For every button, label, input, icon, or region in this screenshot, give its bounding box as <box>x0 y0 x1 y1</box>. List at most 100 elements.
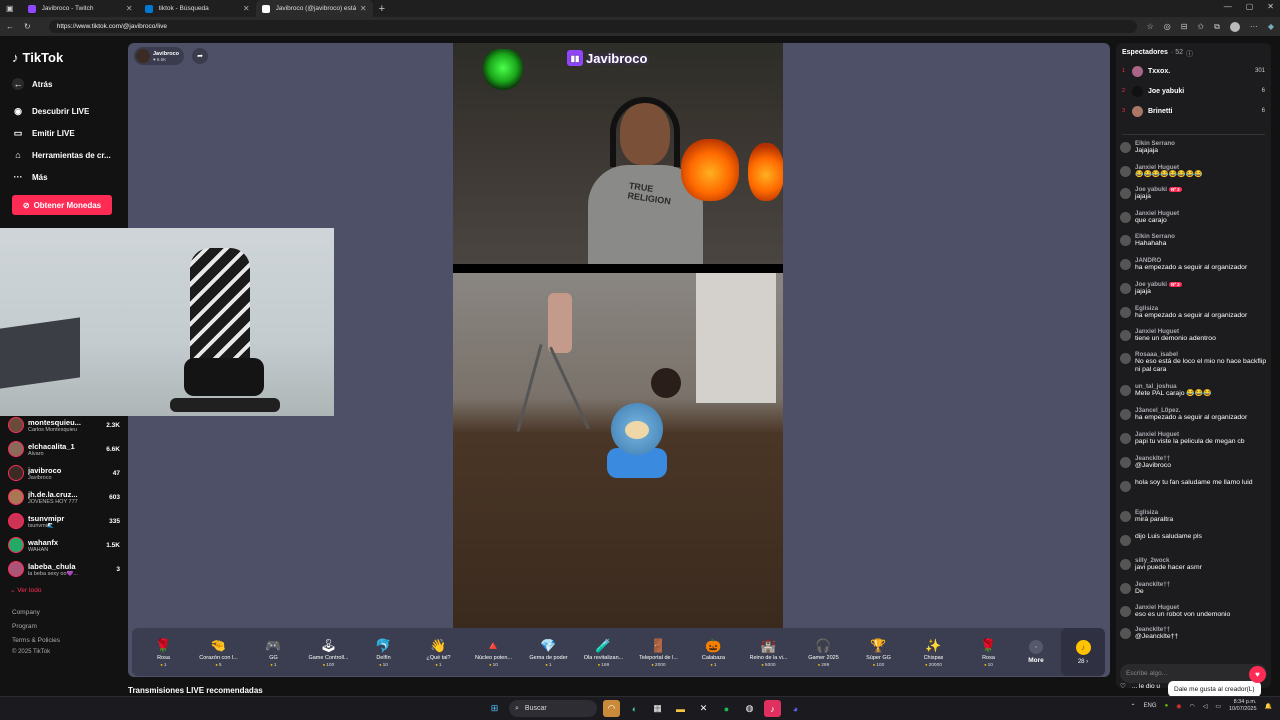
capcut-icon[interactable]: ✕ <box>695 700 712 717</box>
taskbar-search[interactable]: ⌕ Buscar <box>509 700 597 717</box>
chat-message[interactable]: Joe yabuki Nº 2 jajaja <box>1120 186 1268 201</box>
gift-item[interactable]: 🎮GG1 <box>246 637 301 668</box>
more-link[interactable]: ··· Más <box>12 171 48 183</box>
chat-message[interactable]: JANDRO ha empezado a seguir al organizado… <box>1120 257 1268 272</box>
chat-message[interactable]: Joe yabuki Nº 2 jajaja <box>1120 281 1268 296</box>
new-tab-button[interactable]: + <box>379 3 385 15</box>
more-gifts-button[interactable]: ◦ More <box>1016 640 1056 664</box>
creator-tools-link[interactable]: ⌂ Herramientas de cr... <box>12 149 110 161</box>
gift-item[interactable]: ✨Chispas20000 <box>906 637 961 668</box>
close-window-icon[interactable]: ✕ <box>1267 2 1274 11</box>
tiktok-logo[interactable]: ♪ TikTok <box>12 50 63 65</box>
chat-message[interactable]: Eglisiza mirá paraltra <box>1120 509 1268 524</box>
reload-icon[interactable]: ↻ <box>24 22 31 31</box>
followed-account[interactable]: jh.de.la.cruz... JÓVENES HOY 777 603 <box>8 486 120 508</box>
tab-close-icon[interactable]: ✕ <box>243 4 250 13</box>
browser-tab[interactable]: Javibroco - Twitch ✕ <box>22 0 139 17</box>
minimize-icon[interactable]: — <box>1224 2 1232 11</box>
coin-balance[interactable]: ♪ 28 › <box>1061 628 1105 676</box>
info-icon[interactable]: ⓘ <box>1186 49 1193 59</box>
gift-item[interactable]: 🐬Delfín10 <box>356 637 411 668</box>
settings-more-icon[interactable]: ··· <box>1250 22 1258 32</box>
live-video[interactable]: ▮▮ Javibroco TRUE RELIGION <box>453 43 783 630</box>
chat-message[interactable]: Rosaaa_isabel No eso está de loco el mio … <box>1120 351 1268 375</box>
chat-message[interactable]: silly_2wock javi puede hacer asmr <box>1120 557 1268 572</box>
gift-item[interactable]: 🕹Game Controll...100 <box>301 637 356 668</box>
lang-indicator[interactable]: ENG <box>1144 703 1157 709</box>
chat-message[interactable]: Janxiel Huguet 😂😂😂😂😂😂😂😂 <box>1120 164 1268 179</box>
followed-account[interactable]: montesquieu... Carlos Montesquieu 2.3K <box>8 414 120 436</box>
chat-message[interactable]: J3ancel_L0pez. ha empezado a seguir al or… <box>1120 407 1268 422</box>
widget-icon[interactable]: ◠ <box>603 700 620 717</box>
footer-terms[interactable]: Terms & Policies <box>12 637 60 644</box>
url-field[interactable]: https://www.tiktok.com/@javibroco/live <box>48 20 1137 33</box>
get-coins-button[interactable]: ⊘ Obtener Monedas <box>12 195 112 215</box>
gift-item[interactable]: 🎃Calabaza1 <box>686 637 741 668</box>
followed-account[interactable]: javibroco Javibroco 47 <box>8 462 120 484</box>
followed-account[interactable]: wahanfx WAHAN 1.5K <box>8 534 120 556</box>
gift-item[interactable]: 🏰Reino de la vi...5000 <box>741 637 796 668</box>
gift-item[interactable]: 🤏Corazón con l...5 <box>191 637 246 668</box>
chat-message[interactable]: Jeancklte†† De <box>1120 581 1268 596</box>
gift-item[interactable]: 👋¿Qué tal?1 <box>411 637 466 668</box>
browser-tab[interactable]: tiktok - Búsqueda ✕ <box>139 0 256 17</box>
followed-account[interactable]: elchacalita_1 Alvaro 6.6K <box>8 438 120 460</box>
chat-message[interactable]: Janxiel Huguet eso es un robot von undemo… <box>1120 604 1268 619</box>
footer-company[interactable]: Company <box>12 609 40 616</box>
tab-close-icon[interactable]: ✕ <box>360 4 367 13</box>
profile-avatar[interactable] <box>1229 21 1240 32</box>
chat-message[interactable]: Janxiel Huguet tiene un demonio adentroo <box>1120 328 1268 343</box>
clock[interactable]: 8:34 p.m. 10/07/2025 <box>1229 699 1257 713</box>
notification-icon[interactable]: 🔔 <box>1265 703 1272 710</box>
chat-message[interactable]: hola soy tu fan saludame me llamo luid <box>1120 479 1268 492</box>
collections-icon[interactable]: ⧉ <box>1214 22 1220 32</box>
record-icon[interactable]: ◉ <box>1176 703 1181 710</box>
gift-item[interactable]: 🚪Teleportal de l...2000 <box>631 637 686 668</box>
discover-live-link[interactable]: ◉ Descubrir LIVE <box>12 105 89 117</box>
pip-camera-overlay[interactable] <box>0 228 334 416</box>
gift-item[interactable]: 🧪Ola revitalizan...199 <box>576 637 631 668</box>
discord-icon[interactable]: ◕ <box>787 700 804 717</box>
chat-message[interactable]: Jeancklte†† @Javibroco <box>1120 455 1268 470</box>
chat-message[interactable]: Janxiel Huguet que carajo <box>1120 210 1268 225</box>
tab-close-icon[interactable]: ✕ <box>126 4 133 13</box>
chat-message[interactable]: Eglisiza ha empezado a seguir al organiza… <box>1120 305 1268 320</box>
battery-icon[interactable]: ▭ <box>1215 703 1221 710</box>
volume-icon[interactable]: ◁ <box>1203 703 1208 710</box>
window-menu-icon[interactable]: ▣ <box>6 4 14 13</box>
copilot-icon[interactable]: ◆ <box>1268 22 1274 32</box>
favorites-icon[interactable]: ✩ <box>1197 22 1204 32</box>
share-icon[interactable]: ➦ <box>192 48 208 64</box>
obs-icon[interactable]: ◍ <box>741 700 758 717</box>
maximize-icon[interactable]: ▢ <box>1246 2 1254 11</box>
back-link[interactable]: ← Atrás <box>12 78 52 90</box>
gift-item[interactable]: 🏆Súper GG100 <box>851 637 906 668</box>
top-viewer-row[interactable]: 1 Txxox. 301 <box>1122 62 1265 80</box>
like-button[interactable]: ♥ <box>1249 666 1266 683</box>
host-info[interactable]: Javibroco ♥ 6.5K <box>134 47 184 65</box>
chat-message[interactable]: un_tal_joshua Mete PAL carajo 😂😂😂 <box>1120 383 1268 398</box>
wifi-icon[interactable]: ◠ <box>1189 703 1194 710</box>
emit-live-link[interactable]: ▭ Emitir LIVE <box>12 127 75 139</box>
edge-icon[interactable]: ◐ <box>626 700 643 717</box>
chat-message[interactable]: Jeancklte†† @Jeancklte†† <box>1120 626 1268 641</box>
nvidia-icon[interactable]: ● <box>1165 703 1169 709</box>
gift-item[interactable]: 🌹Rosa1 <box>136 637 191 668</box>
followed-account[interactable]: labeba_chula la beba sexy oo💜... 3 <box>8 558 120 580</box>
top-viewer-row[interactable]: 3 Brinetti 6 <box>1122 102 1265 120</box>
footer-program[interactable]: Program <box>12 623 37 630</box>
gift-item[interactable]: 🔺Núcleo poten...10 <box>466 637 521 668</box>
split-screen-icon[interactable]: ⊟ <box>1181 22 1188 32</box>
back-icon[interactable]: ← <box>6 22 14 31</box>
gift-item[interactable]: 🎧Gamer 2025299 <box>796 637 851 668</box>
top-viewer-row[interactable]: 2 Joe yabuki 6 <box>1122 82 1265 100</box>
viewers-header[interactable]: Espectadores · 52 ⓘ <box>1122 49 1193 59</box>
chat-message[interactable]: dijo Luis saludame pls <box>1120 533 1268 546</box>
spotify-icon[interactable]: ● <box>718 700 735 717</box>
extension-icon[interactable]: ◎ <box>1164 22 1171 32</box>
favorite-star-icon[interactable]: ☆ <box>1147 22 1154 32</box>
chat-message[interactable]: Elkin Serrano Jajajaja <box>1120 140 1268 155</box>
chat-message[interactable]: Janxiel Huguet papi tu viste la pelicula … <box>1120 431 1268 446</box>
chevron-up-icon[interactable]: ⌃ <box>1131 703 1136 710</box>
store-icon[interactable]: ▦ <box>649 700 666 717</box>
